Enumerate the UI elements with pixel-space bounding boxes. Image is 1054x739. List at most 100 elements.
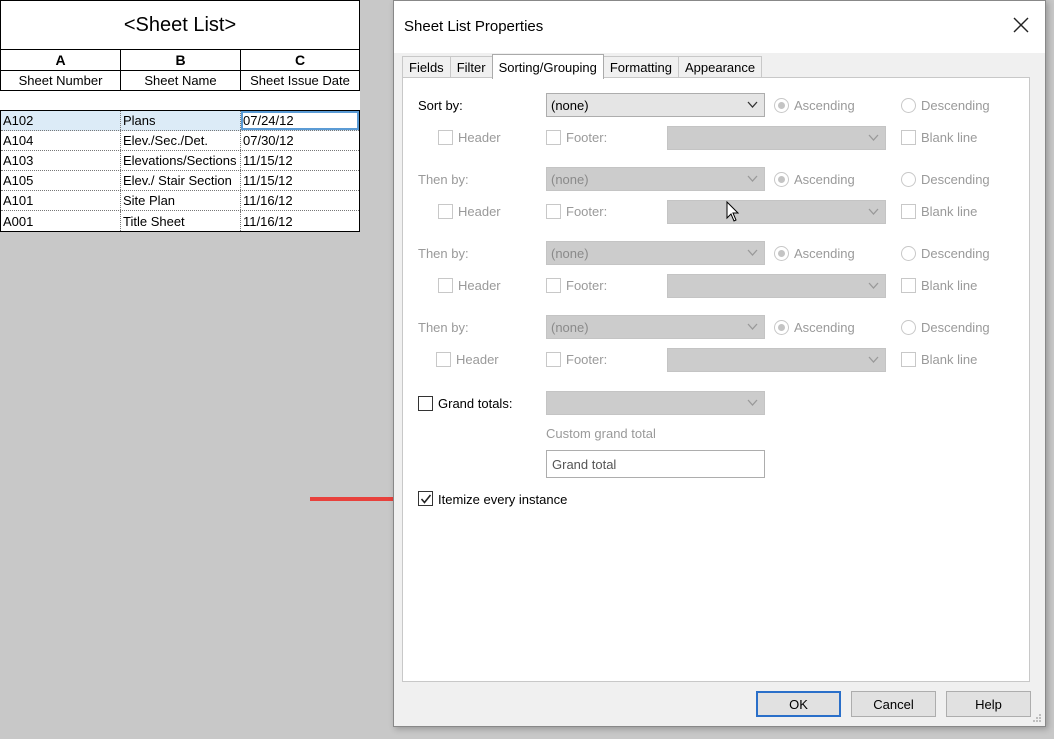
cell-sheet-name[interactable]: Site Plan (121, 191, 241, 210)
grand-totals-select[interactable] (546, 391, 765, 415)
dialog-titlebar[interactable]: Sheet List Properties (394, 1, 1045, 53)
then-by-3-blank-line-checkbox[interactable] (901, 352, 916, 367)
cell-sheet-name[interactable]: Plans (121, 111, 241, 130)
chevron-down-icon (747, 399, 758, 406)
then-by-3-ascending-radio[interactable] (774, 320, 789, 335)
then-by-1-footer-label: Footer: (566, 204, 608, 219)
tab-sorting-grouping[interactable]: Sorting/Grouping (491, 54, 604, 79)
column-header-row: Sheet Number Sheet Name Sheet Issue Date (0, 71, 360, 91)
tab-appearance[interactable]: Appearance (678, 56, 763, 78)
column-letter-a[interactable]: A (1, 50, 121, 70)
chevron-down-icon (747, 101, 758, 108)
grand-totals-checkbox[interactable] (418, 396, 433, 411)
sort-by-value: (none) (551, 98, 589, 113)
cancel-button[interactable]: Cancel (851, 691, 936, 717)
then-by-1-header-checkbox[interactable] (438, 204, 453, 219)
tab-filter[interactable]: Filter (449, 56, 493, 78)
cell-sheet-number[interactable]: A104 (1, 131, 121, 150)
custom-grand-total-value: Grand total (552, 457, 617, 472)
tab-formatting[interactable]: Formatting (602, 56, 679, 78)
sort-by-descending-radio[interactable] (901, 98, 916, 113)
sort-by-header-checkbox[interactable] (438, 130, 453, 145)
custom-grand-total-field[interactable]: Grand total (546, 450, 765, 478)
column-letter-b[interactable]: B (121, 50, 241, 70)
sort-by-blank-line-checkbox[interactable] (901, 130, 916, 145)
then-by-1-select[interactable]: (none) (546, 167, 765, 191)
schedule-rows: A102 Plans 07/24/12 A104 Elev./Sec./Det.… (0, 110, 360, 232)
then-by-1-header-label: Header (458, 204, 501, 219)
sort-by-footer-select[interactable] (667, 126, 886, 150)
cell-sheet-number[interactable]: A101 (1, 191, 121, 210)
sort-by-header-label: Header (458, 130, 501, 145)
help-button[interactable]: Help (946, 691, 1031, 717)
then-by-1-label: Then by: (418, 172, 469, 187)
sort-by-ascending-label: Ascending (794, 98, 855, 113)
sort-by-select[interactable]: (none) (546, 93, 765, 117)
sort-by-footer-checkbox[interactable] (546, 130, 561, 145)
close-icon[interactable] (1011, 15, 1031, 35)
tab-fields[interactable]: Fields (402, 56, 451, 78)
table-row[interactable]: A001 Title Sheet 11/16/12 (1, 211, 359, 231)
cell-sheet-number[interactable]: A001 (1, 211, 121, 231)
itemize-every-instance-label: Itemize every instance (438, 492, 568, 507)
chevron-down-icon (747, 249, 758, 256)
then-by-3-footer-select[interactable] (667, 348, 886, 372)
table-row[interactable]: A101 Site Plan 11/16/12 (1, 191, 359, 211)
cell-sheet-number[interactable]: A103 (1, 151, 121, 170)
chevron-down-icon (868, 282, 879, 289)
schedule-sheet: <Sheet List> A B C Sheet Number Sheet Na… (0, 0, 360, 232)
table-row[interactable]: A104 Elev./Sec./Det. 07/30/12 (1, 131, 359, 151)
then-by-3-ascending-label: Ascending (794, 320, 855, 335)
cell-sheet-name[interactable]: Title Sheet (121, 211, 241, 231)
then-by-2-footer-checkbox[interactable] (546, 278, 561, 293)
ok-button[interactable]: OK (756, 691, 841, 717)
then-by-3-footer-label: Footer: (566, 352, 608, 367)
itemize-every-instance-checkbox[interactable] (418, 491, 433, 506)
sort-by-blank-line-label: Blank line (921, 130, 978, 145)
then-by-2-ascending-radio[interactable] (774, 246, 789, 261)
then-by-1-descending-label: Descending (921, 172, 990, 187)
cell-issue-date[interactable]: 11/16/12 (241, 211, 359, 231)
cell-sheet-name[interactable]: Elevations/Sections (121, 151, 241, 170)
schedule-title: <Sheet List> (0, 0, 360, 50)
sort-by-label: Sort by: (418, 98, 463, 113)
then-by-2-blank-line-checkbox[interactable] (901, 278, 916, 293)
cell-sheet-number[interactable]: A102 (1, 111, 121, 130)
then-by-1-ascending-radio[interactable] (774, 172, 789, 187)
table-row[interactable]: A103 Elevations/Sections 11/15/12 (1, 151, 359, 171)
then-by-1-blank-line-checkbox[interactable] (901, 204, 916, 219)
then-by-2-descending-radio[interactable] (901, 246, 916, 261)
then-by-3-value: (none) (551, 320, 589, 335)
resize-grip-icon[interactable] (1032, 713, 1042, 723)
cell-sheet-number[interactable]: A105 (1, 171, 121, 190)
then-by-1-descending-radio[interactable] (901, 172, 916, 187)
then-by-3-blank-line-label: Blank line (921, 352, 978, 367)
then-by-2-footer-select[interactable] (667, 274, 886, 298)
then-by-3-select[interactable]: (none) (546, 315, 765, 339)
cell-issue-date[interactable]: 11/15/12 (241, 151, 359, 170)
then-by-3-header-checkbox[interactable] (436, 352, 451, 367)
table-row[interactable]: A102 Plans 07/24/12 (1, 111, 359, 131)
cell-sheet-name[interactable]: Elev./ Stair Section (121, 171, 241, 190)
custom-grand-total-label: Custom grand total (546, 426, 656, 441)
header-sheet-name[interactable]: Sheet Name (121, 71, 241, 90)
then-by-3-footer-checkbox[interactable] (546, 352, 561, 367)
header-sheet-issue-date[interactable]: Sheet Issue Date (241, 71, 359, 90)
cell-issue-date[interactable]: 11/16/12 (241, 191, 359, 210)
then-by-1-footer-checkbox[interactable] (546, 204, 561, 219)
chevron-down-icon (747, 323, 758, 330)
then-by-2-select[interactable]: (none) (546, 241, 765, 265)
sorting-grouping-panel: Sort by: (none) Ascending Descending Hea… (402, 77, 1030, 682)
cell-issue-date[interactable]: 07/24/12 (241, 111, 359, 130)
cell-sheet-name[interactable]: Elev./Sec./Det. (121, 131, 241, 150)
table-row[interactable]: A105 Elev./ Stair Section 11/15/12 (1, 171, 359, 191)
then-by-1-footer-select[interactable] (667, 200, 886, 224)
then-by-2-header-checkbox[interactable] (438, 278, 453, 293)
column-letter-c[interactable]: C (241, 50, 359, 70)
sheet-list-properties-dialog: Sheet List Properties Fields Filter Sort… (393, 0, 1046, 727)
sort-by-ascending-radio[interactable] (774, 98, 789, 113)
then-by-3-descending-radio[interactable] (901, 320, 916, 335)
cell-issue-date[interactable]: 11/15/12 (241, 171, 359, 190)
cell-issue-date[interactable]: 07/30/12 (241, 131, 359, 150)
header-sheet-number[interactable]: Sheet Number (1, 71, 121, 90)
